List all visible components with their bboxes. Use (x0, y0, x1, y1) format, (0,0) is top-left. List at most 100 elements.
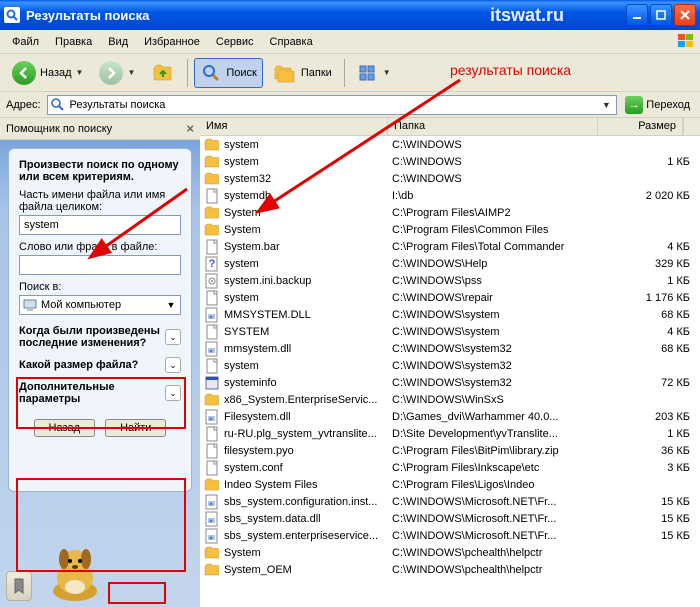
back-button[interactable]: Назад ▼ (6, 57, 89, 89)
file-size: 68 КБ (602, 343, 696, 355)
file-name: sbs_system.enterpriseservice... (224, 530, 392, 542)
views-button[interactable]: ▼ (351, 58, 397, 88)
window-title: Результаты поиска (26, 8, 490, 23)
go-button[interactable]: → Переход (621, 94, 694, 116)
folders-label: Папки (301, 67, 332, 79)
file-row[interactable]: Indeo System FilesC:\Program Files\Ligos… (200, 476, 700, 493)
address-field[interactable]: Результаты поиска ▼ (47, 95, 618, 115)
file-row[interactable]: systemC:\WINDOWS (200, 136, 700, 153)
file-name: Indeo System Files (224, 479, 392, 491)
file-row[interactable]: sbs_system.configuration.inst...C:\WINDO… (200, 493, 700, 510)
file-name: sbs_system.data.dll (224, 513, 392, 525)
sidebar-close-icon[interactable]: × (186, 121, 194, 136)
file-row[interactable]: SystemC:\WINDOWS\pchealth\helpctr (200, 544, 700, 561)
file-path: C:\WINDOWS\system32 (392, 343, 602, 355)
file-row[interactable]: system.ini.backupC:\WINDOWS\pss1 КБ (200, 272, 700, 289)
toolbar: Назад ▼ ▼ Поиск Папки ▼ (0, 54, 700, 92)
toolbar-separator (187, 59, 188, 87)
menubar: Файл Правка Вид Избранное Сервис Справка (0, 30, 700, 54)
forward-button[interactable]: ▼ (93, 57, 141, 89)
folder-icon (204, 154, 220, 170)
col-name[interactable]: Имя (200, 118, 388, 135)
file-row[interactable]: system32C:\WINDOWS (200, 170, 700, 187)
menu-favorites[interactable]: Избранное (136, 33, 208, 51)
search-label: Поиск (226, 67, 256, 79)
col-path[interactable]: Папка (388, 118, 598, 135)
toolbar-separator (344, 59, 345, 87)
file-name: system (224, 156, 392, 168)
back-button[interactable]: Назад (34, 419, 96, 437)
phrase-input[interactable] (19, 255, 181, 275)
file-row[interactable]: MMSYSTEM.DLLC:\WINDOWS\system68 КБ (200, 306, 700, 323)
file-size: 3 КБ (602, 462, 696, 474)
file-row[interactable]: Filesystem.dllD:\Games_dvi\Warhammer 40.… (200, 408, 700, 425)
go-label: Переход (646, 99, 690, 111)
file-path: C:\WINDOWS\system32 (392, 360, 602, 372)
back-label: Назад (40, 67, 72, 79)
file-row[interactable]: system.confC:\Program Files\Inkscape\etc… (200, 459, 700, 476)
lookin-label: Поиск в: (19, 281, 181, 293)
file-row[interactable]: System_OEMC:\WINDOWS\pchealth\helpctr (200, 561, 700, 578)
exe-icon (204, 375, 220, 391)
file-size: 15 КБ (602, 496, 696, 508)
lookin-select[interactable]: Мой компьютер ▼ (19, 295, 181, 315)
file-size: 1 КБ (602, 428, 696, 440)
search-button[interactable]: Поиск (194, 58, 262, 88)
folders-button[interactable]: Папки (267, 58, 338, 88)
file-name: System (224, 547, 392, 559)
go-icon: → (625, 96, 643, 114)
file-row[interactable]: x86_System.EnterpriseServic...C:\WINDOWS… (200, 391, 700, 408)
file-size: 2 020 КБ (602, 190, 696, 202)
up-button[interactable] (145, 57, 181, 89)
filename-input[interactable] (19, 215, 181, 235)
file-size: 15 КБ (602, 513, 696, 525)
maximize-button[interactable] (650, 4, 672, 26)
file-name: System (224, 224, 392, 236)
file-row[interactable]: SystemC:\Program Files\AIMP2 (200, 204, 700, 221)
file-list[interactable]: systemC:\WINDOWSsystemC:\WINDOWS1 КБsyst… (200, 136, 700, 607)
watermark: itswat.ru (490, 5, 564, 26)
lookin-dropdown-icon[interactable]: ▼ (164, 300, 178, 310)
file-row[interactable]: systemC:\WINDOWS\system32 (200, 357, 700, 374)
bookmark-icon[interactable] (6, 571, 32, 601)
menu-view[interactable]: Вид (100, 33, 136, 51)
file-row[interactable]: ru-RU.plg_system_yvtranslite...D:\Site D… (200, 425, 700, 442)
file-row[interactable]: filesystem.pyoC:\Program Files\BitPim\li… (200, 442, 700, 459)
menu-help[interactable]: Справка (262, 33, 321, 51)
file-path: C:\Program Files\AIMP2 (392, 207, 602, 219)
expand-more[interactable]: Дополнительные параметры ⌄ (19, 377, 181, 409)
file-row[interactable]: mmsystem.dllC:\WINDOWS\system3268 КБ (200, 340, 700, 357)
menu-tools[interactable]: Сервис (208, 33, 262, 51)
menu-file[interactable]: Файл (4, 33, 47, 51)
forward-icon (99, 61, 123, 85)
file-row[interactable]: System.barC:\Program Files\Total Command… (200, 238, 700, 255)
file-row[interactable]: systemC:\WINDOWS\repair1 176 КБ (200, 289, 700, 306)
close-button[interactable] (674, 4, 696, 26)
file-row[interactable]: systemdbI:\db2 020 КБ (200, 187, 700, 204)
dll-icon (204, 409, 220, 425)
find-button[interactable]: Найти (105, 419, 166, 437)
file-row[interactable]: systeminfoC:\WINDOWS\system3272 КБ (200, 374, 700, 391)
expand-size[interactable]: Какой размер файла? ⌄ (19, 353, 181, 377)
file-row[interactable]: systemC:\WINDOWS1 КБ (200, 153, 700, 170)
file-name: systemdb (224, 190, 392, 202)
file-row[interactable]: SYSTEMC:\WINDOWS\system4 КБ (200, 323, 700, 340)
search-dog-icon (40, 543, 110, 603)
file-row[interactable]: SystemC:\Program Files\Common Files (200, 221, 700, 238)
file-row[interactable]: sbs_system.data.dllC:\WINDOWS\Microsoft.… (200, 510, 700, 527)
file-row[interactable]: sbs_system.enterpriseservice...C:\WINDOW… (200, 527, 700, 544)
expand-when[interactable]: Когда были произведены последние изменен… (19, 321, 181, 353)
file-row[interactable]: ?systemC:\WINDOWS\Help329 КБ (200, 255, 700, 272)
address-dropdown-icon[interactable]: ▼ (598, 100, 614, 110)
sidebar: Помощник по поиску × Произвести поиск по… (0, 118, 200, 607)
column-headers: Имя Папка Размер (200, 118, 700, 136)
menu-edit[interactable]: Правка (47, 33, 100, 51)
minimize-button[interactable] (626, 4, 648, 26)
criteria-title: Произвести поиск по одному или всем крит… (19, 159, 181, 183)
file-name: System.bar (224, 241, 392, 253)
col-size[interactable]: Размер (598, 118, 683, 135)
file-path: C:\WINDOWS\pss (392, 275, 602, 287)
dll-icon (204, 511, 220, 527)
file-size: 1 КБ (602, 156, 696, 168)
file-path: C:\WINDOWS\Microsoft.NET\Fr... (392, 530, 602, 542)
